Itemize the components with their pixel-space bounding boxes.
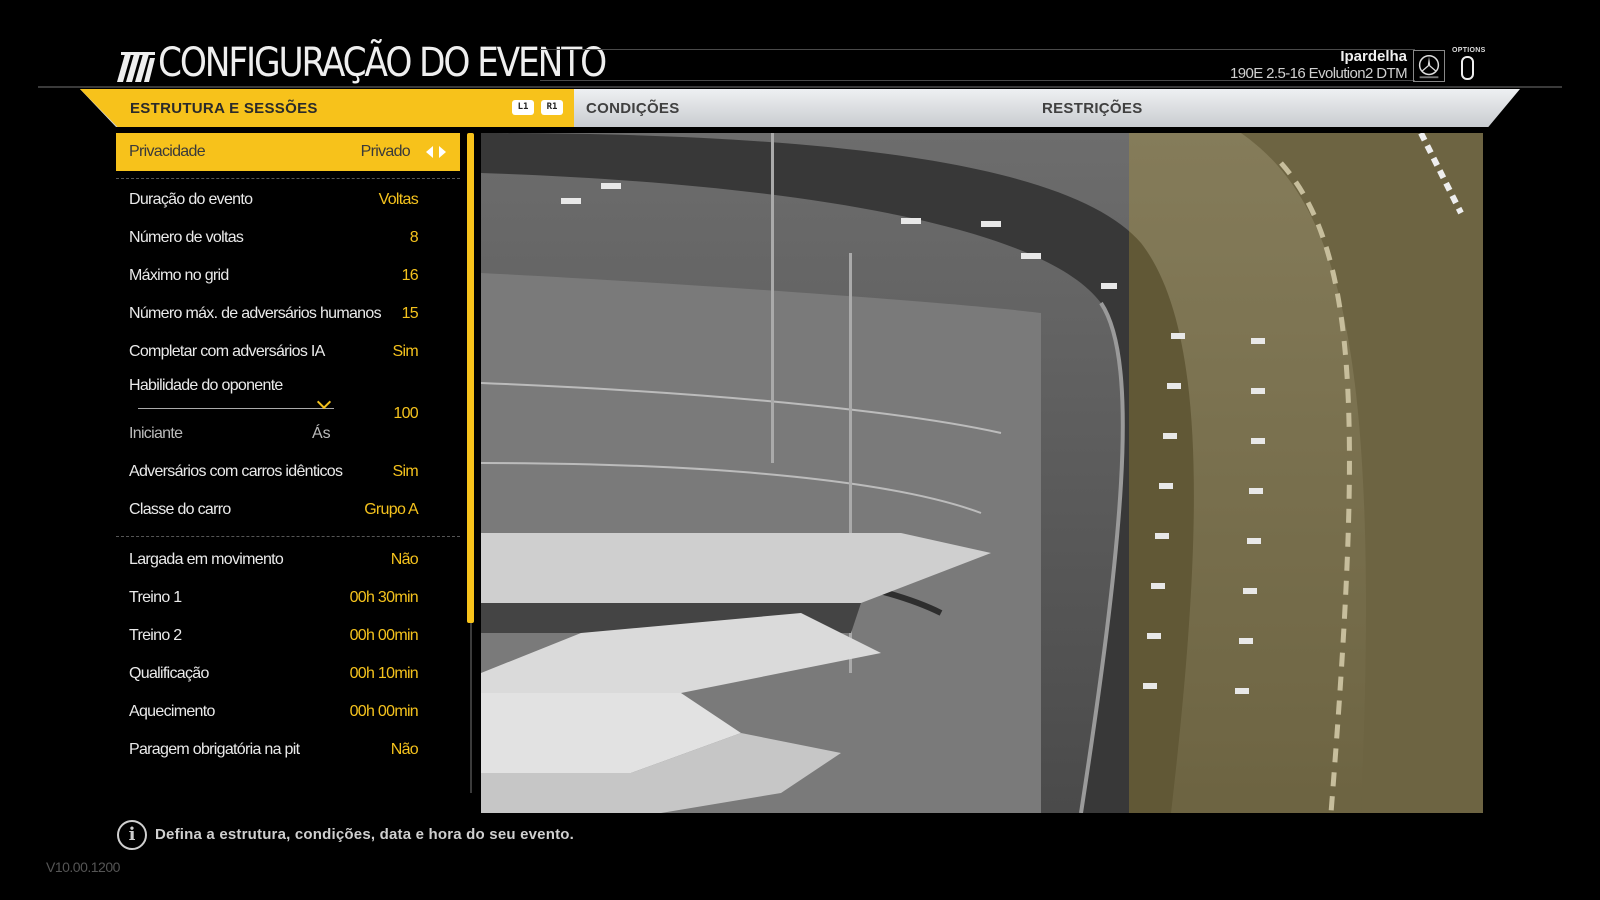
setting-fill-ai[interactable]: Completar com adversários IA Sim [116,333,460,371]
info-icon: i [117,820,147,850]
section-divider [116,536,460,537]
help-text: Defina a estrutura, condições, data e ho… [155,826,575,843]
tab-conditions[interactable]: CONDIÇÕES [586,100,680,117]
skill-min-label: Iniciante [129,425,183,442]
setting-label: Completar com adversários IA [129,343,325,360]
setting-value: Privado [360,143,411,160]
track-scene [481,133,1483,813]
setting-label: Habilidade do oponente [129,377,283,394]
setting-value: 00h 30min [349,589,419,606]
setting-value: 00h 10min [349,665,419,682]
r1-button-icon[interactable]: R1 [541,100,563,115]
setting-value: Voltas [378,191,419,208]
setting-pit-stop[interactable]: Paragem obrigatória na pit Não [116,731,460,769]
value-arrows[interactable] [422,144,452,160]
version-label: V10.00.1200 [46,859,120,875]
setting-practice-2[interactable]: Treino 2 00h 00min [116,617,460,655]
setting-value: 100 [393,405,418,422]
setting-label: Máximo no grid [129,267,229,284]
setting-human-max[interactable]: Número máx. de adversários humanos 15 [116,295,460,333]
setting-label: Número de voltas [129,229,244,246]
setting-privacy[interactable]: Privacidade Privado [116,133,460,171]
setting-practice-1[interactable]: Treino 1 00h 30min [116,579,460,617]
setting-rolling-start[interactable]: Largada em movimento Não [116,541,460,579]
header: CONFIGURAÇÃO DO EVENTO Ipardelha 190E 2.… [0,0,1600,90]
skill-max-label: Ás [312,425,331,442]
setting-value: Sim [392,463,419,480]
setting-grid-max[interactable]: Máximo no grid 16 [116,257,460,295]
setting-label: Largada em movimento [129,551,284,568]
arrow-left-icon[interactable] [426,146,433,158]
setting-laps[interactable]: Número de voltas 8 [116,219,460,257]
logo-stripes-icon [117,52,155,82]
setting-duration[interactable]: Duração do evento Voltas [116,181,460,219]
setting-label: Duração do evento [129,191,253,208]
tab-restrictions[interactable]: RESTRIÇÕES [1042,100,1143,117]
scrollbar-thumb[interactable] [467,133,474,623]
page-title: CONFIGURAÇÃO DO EVENTO [158,40,607,86]
setting-label: Privacidade [129,143,206,160]
setting-label: Treino 2 [129,627,182,644]
setting-value: Não [390,551,419,568]
setting-value: 00h 00min [349,703,419,720]
setting-value: Grupo A [364,501,419,518]
tab-structure-label[interactable]: ESTRUTURA E SESSÕES [130,100,318,117]
setting-label: Aquecimento [129,703,215,720]
section-divider [116,178,460,179]
setting-opponent-skill[interactable]: Habilidade do oponente Iniciante Ás 100 [116,377,460,457]
setting-label: Treino 1 [129,589,182,606]
setting-label: Classe do carro [129,501,231,518]
track-preview-image [481,133,1483,813]
setting-label: Paragem obrigatória na pit [129,741,300,758]
mercedes-star-icon [1413,50,1445,82]
setting-value: 15 [401,305,419,322]
selected-car: 190E 2.5-16 Evolution2 DTM [1229,65,1408,82]
profile-info: Ipardelha 190E 2.5-16 Evolution2 DTM [1229,48,1408,82]
setting-value: 8 [409,229,419,246]
setting-identical-cars[interactable]: Adversários com carros idênticos Sim [116,453,460,491]
header-rule [38,86,1562,88]
setting-qualifying[interactable]: Qualificação 00h 10min [116,655,460,693]
options-label: OPTIONS [1452,47,1486,54]
setting-car-class[interactable]: Classe do carro Grupo A [116,491,460,529]
setting-label: Adversários com carros idênticos [129,463,343,480]
skill-slider-track[interactable] [138,408,334,409]
l1-button-icon[interactable]: L1 [512,100,534,115]
setting-warmup[interactable]: Aquecimento 00h 00min [116,693,460,731]
tab-bar: ESTRUTURA E SESSÕES L1 R1 CONDIÇÕES REST… [80,89,1520,127]
setting-label: Número máx. de adversários humanos [129,305,382,322]
setting-value: Não [390,741,419,758]
slider-handle-chevron-icon[interactable] [316,394,332,410]
options-button[interactable]: OPTIONS [1452,47,1486,83]
settings-list: Privacidade Privado Duração do evento Vo… [116,133,460,791]
setting-value: 00h 00min [349,627,419,644]
setting-value: Sim [392,343,419,360]
profile-name: Ipardelha [1340,48,1407,65]
arrow-right-icon[interactable] [439,146,446,158]
setting-label: Qualificação [129,665,209,682]
options-button-icon [1460,56,1474,80]
setting-value: 16 [401,267,419,284]
